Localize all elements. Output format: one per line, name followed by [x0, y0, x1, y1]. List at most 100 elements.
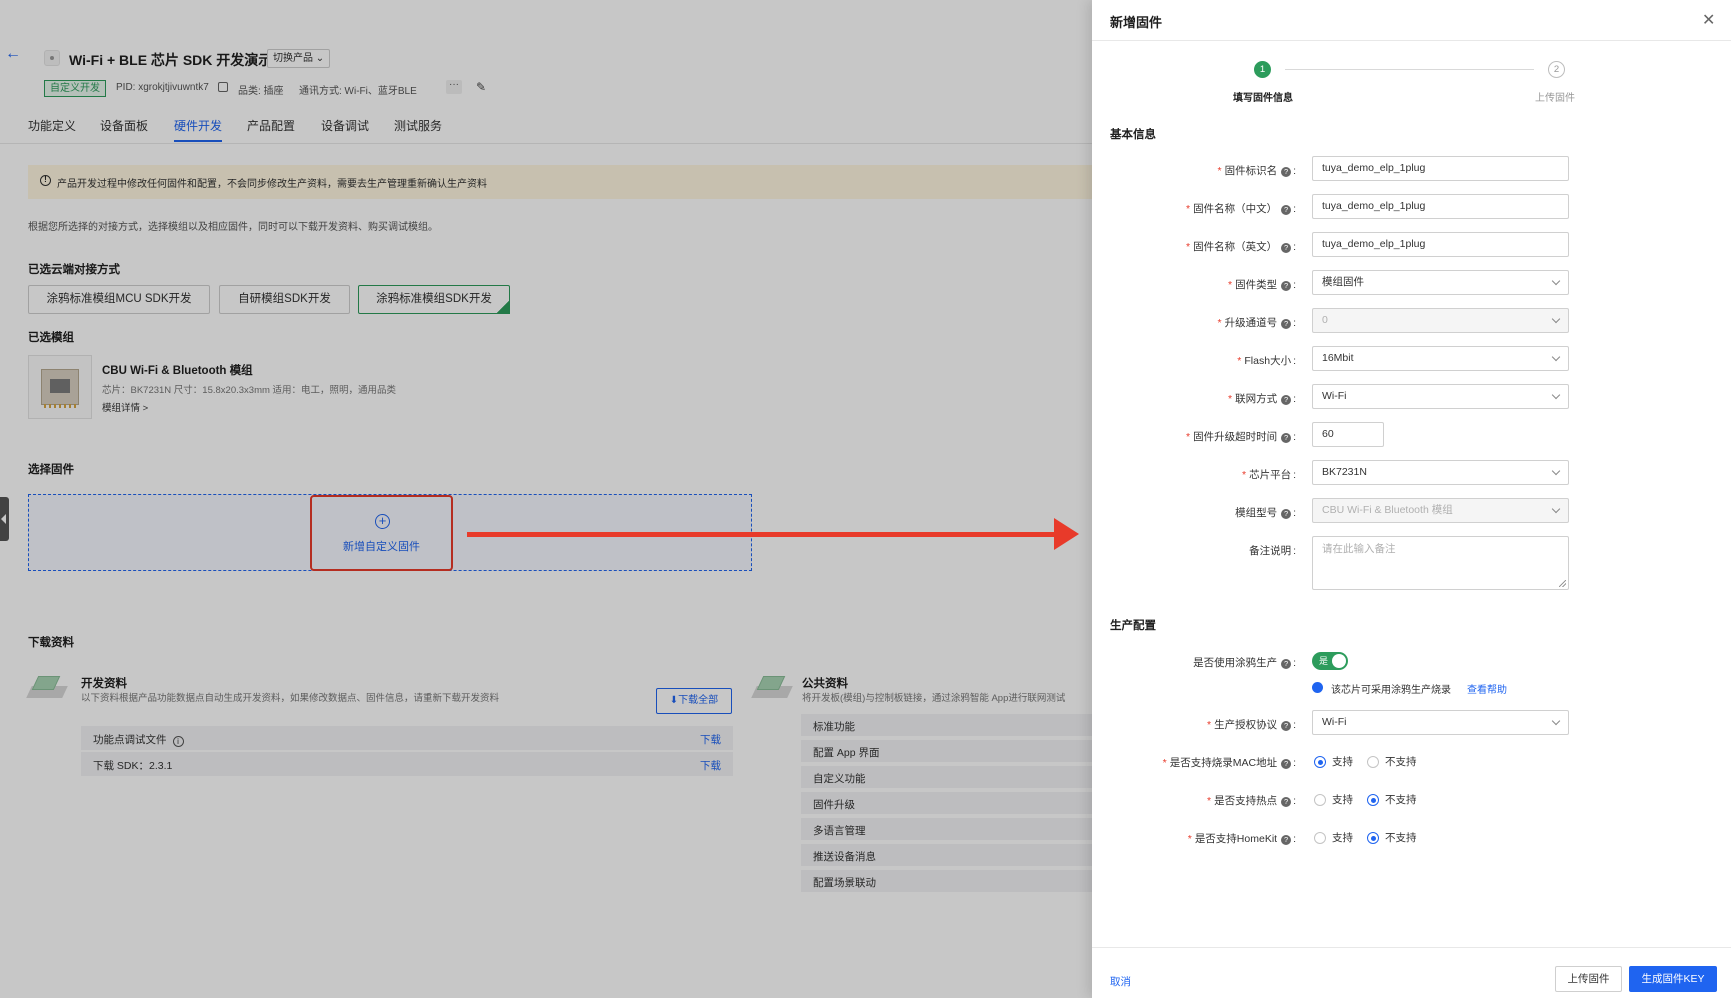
view-help-link[interactable]: 查看帮助 [1467, 681, 1507, 696]
help-icon: ? [1281, 319, 1292, 329]
copy-icon[interactable] [218, 82, 228, 92]
upgrade-channel-value: 0 [1322, 314, 1328, 326]
collapse-handle[interactable] [0, 497, 9, 541]
conn-option-tuya-sdk-label: 涂鸦标准模组SDK开发 [376, 293, 492, 305]
info-icon: i [172, 736, 184, 747]
category-text: 品类: 插座 [238, 86, 284, 97]
module-model-select: CBU Wi-Fi & Bluetooth 模组 [1312, 498, 1569, 523]
public-row[interactable]: 固件升级 [801, 792, 1092, 814]
field-label-name-cn: * 固件名称（中文）?: [1185, 203, 1296, 215]
step-1-circle: 1 [1254, 61, 1271, 78]
tab-product-config[interactable]: 产品配置 [247, 117, 295, 134]
add-custom-firmware-label: 新增自定义固件 [343, 541, 420, 553]
hotspot-support-radio[interactable] [1314, 794, 1326, 806]
conn-option-mcu-sdk[interactable]: 涂鸦标准模组MCU SDK开发 [28, 285, 210, 314]
add-custom-firmware-button[interactable]: + 新增自定义固件 [310, 495, 453, 571]
download-all-button[interactable]: ⬇下载全部 [656, 688, 732, 714]
field-label-hotspot: * 是否支持热点?: [1206, 795, 1296, 807]
help-icon: ? [1281, 835, 1292, 845]
step-1-label: 填写固件信息 [1233, 93, 1293, 104]
firmware-id-input[interactable]: tuya_demo_elp_1plug [1312, 156, 1569, 181]
step-2-circle: 2 [1548, 61, 1565, 78]
warning-icon: ! [40, 175, 51, 186]
homekit-support-radio[interactable] [1314, 832, 1326, 844]
hotspot-support-label: 支持 [1332, 794, 1353, 806]
drawer-title: 新增固件 [1110, 15, 1163, 30]
network-mode-value: Wi-Fi [1322, 390, 1347, 402]
module-model-value: CBU Wi-Fi & Bluetooth 模组 [1322, 504, 1453, 516]
public-row[interactable]: 配置 App 界面 [801, 740, 1092, 762]
help-icon: ? [1281, 205, 1292, 215]
mac-not-support-radio[interactable] [1367, 756, 1379, 768]
field-label-firmware-type: * 固件类型?: [1227, 279, 1296, 291]
chevron-down-icon [1551, 352, 1561, 362]
product-title: Wi-Fi + BLE 芯片 SDK 开发演示 [69, 52, 273, 68]
annotation-arrow-head-icon [1054, 518, 1079, 550]
dev-materials-title: 开发资料 [81, 678, 127, 690]
module-image [28, 355, 92, 419]
upgrade-channel-select: 0 [1312, 308, 1569, 333]
tab-device-panel[interactable]: 设备面板 [100, 117, 148, 134]
tab-hardware-dev[interactable]: 硬件开发 [174, 117, 223, 142]
use-tuya-production-toggle[interactable]: 是 [1312, 652, 1348, 670]
auth-protocol-select[interactable]: Wi-Fi [1312, 710, 1569, 735]
field-label-flash-size: * Flash大小: [1237, 355, 1296, 367]
remarks-textarea[interactable]: 请在此输入备注 [1312, 536, 1569, 590]
conn-option-self-sdk[interactable]: 自研模组SDK开发 [219, 285, 350, 314]
public-row-label: 多语言管理 [813, 825, 866, 837]
annotation-arrow-line [467, 532, 1059, 537]
field-label-name-en: * 固件名称（英文）?: [1185, 241, 1296, 253]
mac-support-radio[interactable] [1314, 756, 1326, 768]
drawer-header-divider [1092, 40, 1731, 41]
chevron-down-icon [1551, 276, 1561, 286]
help-icon: ? [1281, 433, 1292, 443]
firmware-name-cn-input[interactable]: tuya_demo_elp_1plug [1312, 194, 1569, 219]
conn-option-tuya-sdk[interactable]: 涂鸦标准模组SDK开发 [358, 285, 510, 316]
chip-platform-value: BK7231N [1322, 466, 1367, 478]
generate-firmware-key-button[interactable]: 生成固件KEY [1629, 966, 1717, 992]
public-row[interactable]: 标准功能 [801, 714, 1092, 736]
module-detail-link[interactable]: 模组详情 > [102, 400, 148, 414]
chip-platform-select[interactable]: BK7231N [1312, 460, 1569, 485]
homekit-not-support-radio[interactable] [1367, 832, 1379, 844]
firmware-name-en-input[interactable]: tuya_demo_elp_1plug [1312, 232, 1569, 257]
edit-icon[interactable]: ✎ [476, 80, 486, 94]
tab-test-service[interactable]: 测试服务 [394, 117, 442, 134]
upgrade-timeout-input[interactable]: 60 [1312, 422, 1384, 447]
field-label-auth-protocol: * 生产授权协议?: [1206, 719, 1296, 731]
upload-firmware-button[interactable]: 上传固件 [1555, 966, 1622, 992]
background-page: ← Wi-Fi + BLE 芯片 SDK 开发演示 切换产品 ⌄ 自定义开发 P… [0, 0, 1092, 998]
tab-function-definition[interactable]: 功能定义 [28, 117, 76, 134]
chevron-down-icon [1551, 390, 1561, 400]
cancel-button[interactable]: 取消 [1110, 974, 1131, 989]
field-label-network: * 联网方式?: [1227, 393, 1296, 405]
public-row[interactable]: 多语言管理 [801, 818, 1092, 840]
help-icon: ? [1281, 797, 1292, 807]
close-icon[interactable]: ✕ [1702, 10, 1715, 30]
network-mode-select[interactable]: Wi-Fi [1312, 384, 1569, 409]
intro-text: 根据您所选择的对接方式，选择模组以及相应固件，同时可以下载开发资料、购买调试模组… [28, 222, 438, 233]
download-link[interactable]: 下载 [700, 758, 721, 773]
help-icon: ? [1281, 243, 1292, 253]
more-button[interactable]: ··· [446, 80, 462, 94]
firmware-type-select[interactable]: 模组固件 [1312, 270, 1569, 295]
back-arrow-icon[interactable]: ← [5, 46, 21, 62]
public-row[interactable]: 配置场景联动 [801, 870, 1092, 892]
flash-size-select[interactable]: 16Mbit [1312, 346, 1569, 371]
public-row[interactable]: 自定义功能 [801, 766, 1092, 788]
homekit-not-support-label: 不支持 [1385, 832, 1417, 844]
field-label-module-model: 模组型号?: [1235, 507, 1296, 519]
module-name: CBU Wi-Fi & Bluetooth 模组 [102, 365, 253, 377]
public-row-label: 固件升级 [813, 799, 855, 811]
homekit-support-label: 支持 [1332, 832, 1353, 844]
tab-device-debug[interactable]: 设备调试 [321, 117, 369, 134]
public-row[interactable]: 推送设备消息 [801, 844, 1092, 866]
switch-product-button[interactable]: 切换产品 ⌄ [267, 49, 331, 68]
firmware-type-value: 模组固件 [1322, 276, 1364, 288]
hotspot-not-support-radio[interactable] [1367, 794, 1379, 806]
custom-dev-tag: 自定义开发 [44, 80, 106, 97]
dev-materials-desc: 以下资料根据产品功能数据点自动生成开发资料，如果修改数据点、固件信息，请重新下载… [81, 693, 500, 704]
download-link[interactable]: 下载 [700, 732, 721, 747]
basic-info-title: 基本信息 [1110, 129, 1156, 141]
download-row: 功能点调试文件 i 下载 [81, 726, 733, 750]
